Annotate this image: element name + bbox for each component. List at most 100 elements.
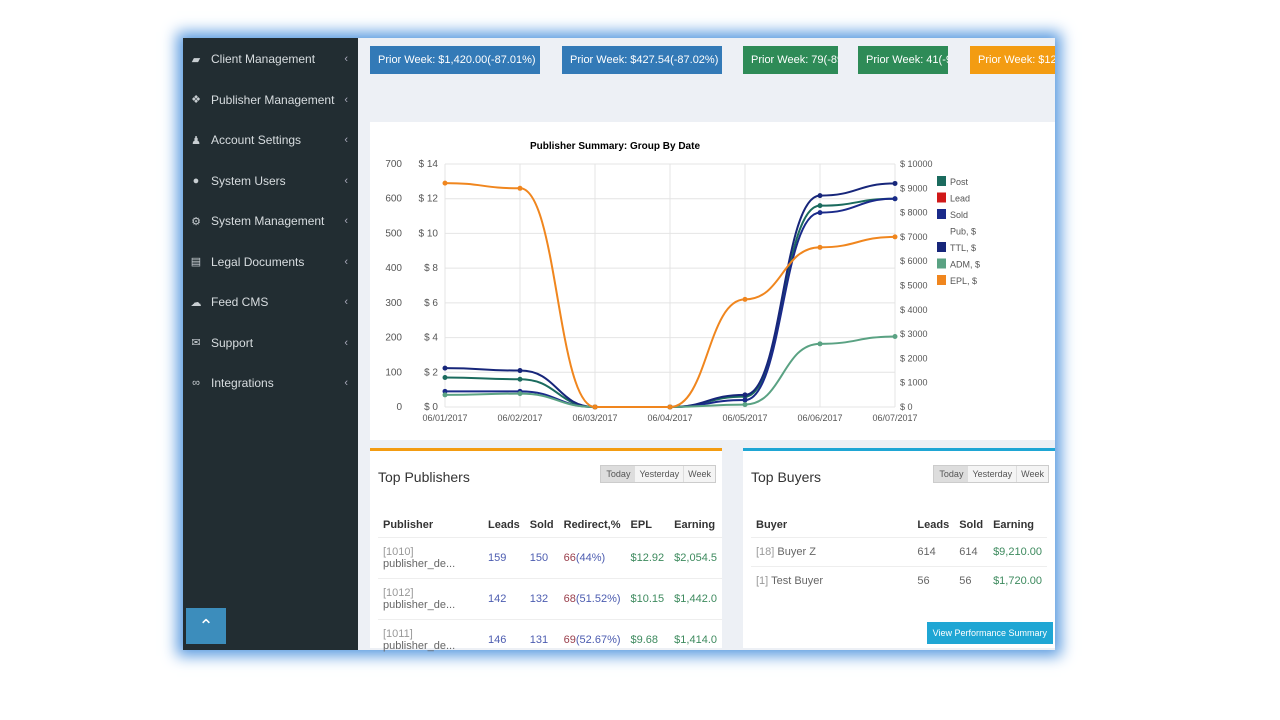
main-content: Prior Week: $1,420.00(-87.01%) Prior Week…: [358, 38, 1055, 660]
data-point[interactable]: [817, 203, 823, 209]
earning: $9,210.00: [988, 537, 1047, 567]
data-point[interactable]: [742, 397, 748, 403]
sidebar-item-label: Integrations: [211, 376, 274, 391]
buyer-name[interactable]: Buyer Z: [777, 546, 816, 558]
sidebar-item[interactable]: ☁ Feed CMS ‹: [183, 282, 358, 323]
leads: 142: [482, 578, 525, 620]
sidebar-item[interactable]: ♟ Account Settings ‹: [183, 120, 358, 161]
column-header: Sold: [959, 519, 984, 531]
column-header: Publisher: [383, 519, 434, 531]
data-point[interactable]: [442, 374, 448, 380]
data-point[interactable]: [892, 180, 898, 186]
sidebar: ▰ Client Management ‹ ❖ Publisher Management…: [183, 38, 358, 650]
y-left-tick: 100: [385, 367, 402, 378]
redirect: 68: [563, 593, 576, 605]
legend-label[interactable]: Post: [950, 177, 969, 187]
legend-label[interactable]: TTL, $: [950, 243, 976, 253]
buyer-name[interactable]: Test Buyer: [771, 575, 823, 587]
redirect-pct: (52.67%): [575, 634, 621, 646]
stat-box: Prior Week: $427.54(-87.02%): [562, 46, 722, 74]
scroll-top-button[interactable]: ⌃: [186, 608, 226, 644]
filter-yesterday[interactable]: Yesterday: [967, 466, 1017, 482]
sidebar-item-label: Support: [211, 335, 254, 350]
stat-box: Prior Week: $12.39...: [970, 46, 1055, 74]
publisher-id: [1011]: [383, 628, 413, 640]
sidebar-item-label: System Management: [211, 214, 325, 229]
data-point[interactable]: [817, 193, 823, 199]
data-point[interactable]: [667, 404, 673, 410]
data-point[interactable]: [442, 392, 448, 398]
x-tick: 06/01/2017: [422, 413, 467, 423]
leads: 159: [482, 537, 525, 579]
filter-week[interactable]: Week: [1016, 466, 1048, 482]
x-tick: 06/03/2017: [572, 413, 617, 423]
publisher-name[interactable]: publisher_de...: [383, 640, 455, 652]
leads: 56: [912, 566, 955, 595]
buyer-id: [18]: [756, 546, 775, 558]
view-performance-summary-button[interactable]: View Performance Summary: [926, 622, 1053, 644]
table-row: [1012] publisher_de... 142 132 68(51.52%) $1…: [378, 578, 722, 620]
cubes-icon: ❖: [191, 94, 201, 107]
sold: 56: [954, 566, 989, 595]
envelope-icon: ✉: [191, 337, 201, 350]
sold: 614: [954, 537, 989, 567]
data-point[interactable]: [517, 391, 523, 397]
filter-yesterday[interactable]: Yesterday: [634, 466, 684, 482]
data-point[interactable]: [742, 402, 748, 408]
data-point[interactable]: [517, 185, 523, 191]
publisher-id: [1012]: [383, 587, 414, 599]
data-point[interactable]: [517, 376, 523, 382]
sidebar-item[interactable]: ❖ Publisher Management ‹: [183, 80, 358, 121]
y-left2-tick: $ 4: [424, 333, 438, 344]
publisher-name[interactable]: publisher_de...: [383, 558, 455, 570]
panel-title: Top Buyers: [751, 469, 822, 485]
data-point[interactable]: [742, 392, 748, 398]
filter-week[interactable]: Week: [683, 466, 715, 482]
sidebar-item[interactable]: ⚙ System Management ‹: [183, 201, 358, 242]
earning: $2,054.5: [669, 537, 722, 579]
stat-box: Prior Week: 41(-93...: [858, 46, 948, 74]
chevron-left-icon: ‹: [344, 93, 348, 106]
data-point[interactable]: [442, 180, 448, 186]
x-tick: 06/07/2017: [872, 413, 917, 423]
data-point[interactable]: [817, 341, 823, 347]
sidebar-item[interactable]: ✉ Support ‹: [183, 323, 358, 364]
data-point[interactable]: [892, 196, 898, 202]
filter-today[interactable]: Today: [601, 466, 635, 482]
legend-label[interactable]: EPL, $: [950, 276, 977, 286]
filter-today[interactable]: Today: [934, 466, 968, 482]
chevron-left-icon: ‹: [344, 377, 348, 390]
y-right-tick: $ 1000: [900, 378, 928, 388]
y-right-tick: $ 2000: [900, 353, 928, 363]
legend-label[interactable]: Pub, $: [950, 227, 976, 237]
briefcase-icon: ▰: [191, 53, 201, 66]
sidebar-item[interactable]: ▰ Client Management ‹: [183, 39, 358, 80]
data-point[interactable]: [442, 365, 448, 371]
data-point[interactable]: [817, 210, 823, 216]
legend-label[interactable]: Lead: [950, 194, 970, 204]
data-point[interactable]: [892, 334, 898, 340]
legend-swatch: [937, 225, 946, 236]
column-header: Leads: [487, 519, 520, 531]
y-left-tick: 600: [385, 194, 402, 205]
data-point[interactable]: [592, 404, 598, 410]
redirect-pct: (51.52%): [575, 593, 621, 605]
sidebar-item[interactable]: ▤ Legal Documents ‹: [183, 242, 358, 283]
leads: 614: [912, 537, 955, 567]
sidebar-item[interactable]: ● System Users ‹: [183, 161, 358, 202]
y-right-tick: $ 4000: [900, 305, 928, 315]
x-tick: 06/04/2017: [647, 413, 692, 423]
legend-swatch: [937, 242, 946, 252]
legend-swatch: [937, 192, 946, 203]
data-point[interactable]: [817, 244, 823, 250]
data-point[interactable]: [742, 296, 748, 302]
sidebar-item[interactable]: ∞ Integrations ‹: [183, 363, 358, 404]
publisher-name[interactable]: publisher_de...: [383, 599, 455, 611]
data-point[interactable]: [892, 234, 898, 240]
legend-label[interactable]: ADM, $: [950, 260, 980, 270]
y-right-tick: $ 10000: [900, 159, 933, 169]
legend-label[interactable]: Sold: [950, 210, 968, 220]
data-point[interactable]: [517, 368, 523, 374]
y-right-tick: $ 8000: [900, 208, 928, 218]
column-header: Earning: [674, 519, 716, 531]
